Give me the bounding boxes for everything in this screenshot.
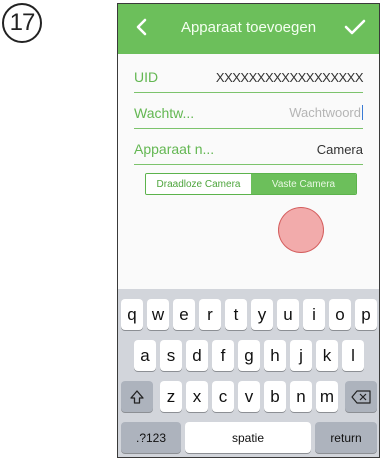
key-q[interactable]: q [121, 299, 143, 330]
uid-row[interactable]: UID XXXXXXXXXXXXXXXXXX [134, 62, 364, 93]
key-s[interactable]: s [160, 340, 182, 371]
key-z[interactable]: z [160, 381, 182, 412]
checkmark-icon[interactable] [343, 16, 367, 38]
key-n[interactable]: n [290, 381, 312, 412]
backspace-key[interactable] [345, 381, 377, 412]
add-device-form: UID XXXXXXXXXXXXXXXXXX Wachtw... Wachtwo… [118, 54, 379, 274]
key-x[interactable]: x [186, 381, 208, 412]
key-u[interactable]: u [277, 299, 299, 330]
segment-fixed-camera[interactable]: Vaste Camera [251, 174, 356, 194]
key-e[interactable]: e [173, 299, 195, 330]
key-y[interactable]: y [251, 299, 273, 330]
key-l[interactable]: l [342, 340, 364, 371]
key-d[interactable]: d [186, 340, 208, 371]
key-i[interactable]: i [303, 299, 325, 330]
phone-screen: Apparaat toevoegen UID XXXXXXXXXXXXXXXXX… [117, 3, 380, 458]
key-a[interactable]: a [134, 340, 156, 371]
password-placeholder: Wachtwoord [289, 105, 361, 120]
navigation-bar: Apparaat toevoegen [118, 4, 379, 54]
shift-key[interactable] [121, 381, 153, 412]
page-title: Apparaat toevoegen [180, 19, 317, 36]
shift-icon [130, 389, 144, 404]
step-number-badge: 17 [2, 3, 42, 43]
numbers-key[interactable]: .?123 [121, 422, 181, 453]
key-m[interactable]: m [316, 381, 338, 412]
backspace-icon [351, 389, 371, 404]
segment-wireless-camera[interactable]: Draadloze Camera [146, 174, 251, 194]
key-b[interactable]: b [264, 381, 286, 412]
key-h[interactable]: h [264, 340, 286, 371]
text-cursor [362, 105, 363, 121]
tap-indicator [278, 207, 324, 253]
key-p[interactable]: p [355, 299, 377, 330]
device-name-field[interactable]: Camera [317, 142, 363, 157]
device-name-label: Apparaat n... [134, 141, 215, 157]
space-key[interactable]: spatie [185, 422, 311, 453]
key-g[interactable]: g [238, 340, 260, 371]
key-c[interactable]: c [212, 381, 234, 412]
return-key[interactable]: return [315, 422, 377, 453]
key-v[interactable]: v [238, 381, 260, 412]
device-name-row[interactable]: Apparaat n... Camera [134, 134, 363, 165]
key-r[interactable]: r [199, 299, 221, 330]
key-k[interactable]: k [316, 340, 338, 371]
key-w[interactable]: w [147, 299, 169, 330]
uid-label: UID [134, 69, 159, 85]
key-j[interactable]: j [290, 340, 312, 371]
step-number: 17 [9, 9, 36, 36]
key-o[interactable]: o [329, 299, 351, 330]
uid-field[interactable]: XXXXXXXXXXXXXXXXXX [216, 70, 364, 85]
password-row[interactable]: Wachtw... Wachtwoord [134, 98, 363, 129]
on-screen-keyboard: q w e r t y u i o p a s d f g h j k l z … [118, 289, 379, 457]
camera-type-segmented-control: Draadloze Camera Vaste Camera [145, 173, 357, 195]
key-t[interactable]: t [225, 299, 247, 330]
password-label: Wachtw... [134, 105, 195, 121]
password-field[interactable]: Wachtwoord [289, 104, 363, 122]
key-f[interactable]: f [212, 340, 234, 371]
